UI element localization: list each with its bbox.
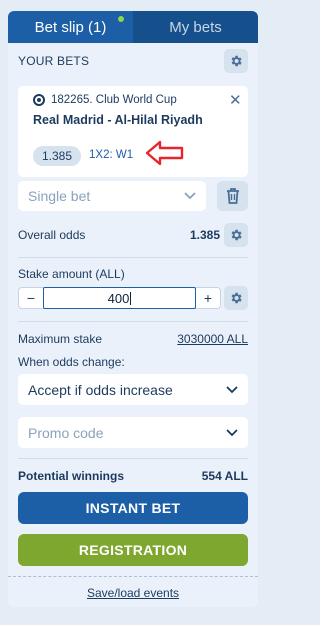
bet-odds: 1.385 [41, 149, 73, 163]
stake-settings-button[interactable] [224, 286, 248, 310]
divider [18, 257, 248, 258]
promo-code-placeholder: Promo code [28, 424, 104, 441]
bet-card: 182265. Club World Cup ✕ Real Madrid - A… [18, 86, 248, 177]
your-bets-settings-button[interactable] [224, 49, 248, 73]
text-caret [130, 291, 132, 305]
gear-icon [231, 55, 242, 67]
gear-icon [231, 292, 242, 304]
odds-settings-button[interactable] [224, 223, 248, 247]
dashed-divider [8, 576, 258, 577]
notification-dot [118, 16, 124, 22]
bet-odds-chip: 1.385 [33, 146, 81, 166]
chevron-down-icon [226, 385, 238, 393]
bet-market: 1X2: W1 [89, 149, 134, 161]
promo-code-select[interactable]: Promo code [18, 417, 248, 448]
registration-button[interactable]: REGISTRATION [18, 534, 248, 566]
tab-my-bets[interactable]: My bets [133, 11, 258, 43]
close-icon[interactable]: ✕ [229, 91, 242, 109]
max-stake-link[interactable]: 3030000 ALL [158, 332, 248, 346]
stake-input-group: − 400 + [18, 287, 221, 309]
tab-bet-slip-label: Bet slip (1) [34, 18, 107, 36]
instant-bet-button[interactable]: INSTANT BET [18, 492, 248, 524]
gear-icon [231, 229, 242, 241]
stake-label: Stake amount (ALL) [18, 267, 125, 281]
stake-value: 400 [107, 290, 130, 306]
your-bets-title: YOUR BETS [18, 54, 90, 68]
odds-change-select[interactable]: Accept if odds increase [18, 374, 248, 405]
delete-button[interactable] [217, 181, 248, 211]
bet-slip-panel: Bet slip (1) My bets YOUR BETS 182265. C… [8, 11, 258, 607]
stake-input[interactable]: 400 [43, 287, 196, 309]
event-line: 182265. Club World Cup [51, 94, 177, 106]
divider [18, 458, 248, 459]
bet-type-value: Single bet [28, 188, 91, 204]
soccer-ball-icon [33, 94, 45, 106]
trash-icon [226, 188, 239, 204]
stake-minus-button[interactable]: − [19, 288, 43, 308]
divider [18, 321, 248, 322]
overall-odds-label: Overall odds [18, 228, 86, 242]
save-load-events-link[interactable]: Save/load events [8, 586, 258, 600]
chevron-down-icon [226, 428, 238, 436]
odds-change-label: When odds change: [18, 355, 125, 369]
match-name: Real Madrid - Al-Hilal Riyadh [33, 113, 203, 127]
chevron-down-icon [184, 192, 196, 200]
tab-my-bets-label: My bets [169, 18, 222, 36]
tab-bar: Bet slip (1) My bets [8, 11, 258, 43]
tab-bet-slip[interactable]: Bet slip (1) [8, 11, 133, 43]
bet-type-select[interactable]: Single bet [18, 181, 206, 211]
overall-odds-value: 1.385 [189, 228, 220, 242]
stake-plus-button[interactable]: + [196, 288, 220, 308]
left-arrow-annotation-icon [145, 140, 184, 166]
potential-winnings-value: 554 ALL [201, 469, 248, 483]
odds-change-value: Accept if odds increase [28, 381, 173, 398]
potential-winnings-label: Potential winnings [18, 469, 125, 483]
max-stake-label: Maximum stake [18, 332, 103, 346]
